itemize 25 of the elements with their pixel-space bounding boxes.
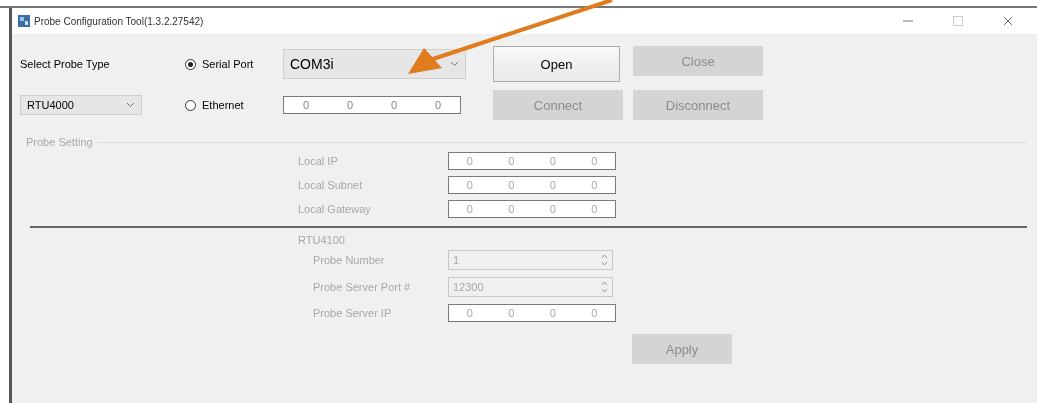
field-label: Select Probe Type — [20, 58, 111, 70]
probe-type-dropdown[interactable]: RTU4000 — [20, 95, 142, 115]
app-icon — [18, 15, 30, 27]
radio-button[interactable] — [185, 99, 196, 111]
maximize-icon[interactable] — [953, 16, 963, 26]
spin-arrows-icon[interactable] — [601, 281, 608, 293]
field-label: Probe Server IP — [313, 307, 393, 319]
button[interactable]: Open — [493, 46, 620, 82]
port-dropdown[interactable]: COM3i — [283, 49, 466, 79]
field-label: Probe Server Port # — [313, 281, 412, 293]
field-label: Local Gateway — [298, 203, 372, 215]
radio-button[interactable] — [185, 58, 196, 70]
caret-icon — [126, 102, 135, 108]
field-label: Local IP — [298, 155, 339, 167]
caret-icon — [450, 61, 459, 67]
close-icon[interactable] — [1003, 16, 1013, 26]
radio-label: Serial Port — [202, 58, 254, 70]
spin-arrows-icon[interactable] — [601, 254, 608, 266]
radio-label: Ethernet — [202, 99, 244, 111]
group-title: Probe Setting — [26, 136, 93, 148]
section-title: RTU4100 — [298, 234, 345, 246]
window-title: Probe Configuration Tool(1.3.2.27542) — [34, 15, 205, 27]
field-label: Local Subnet — [298, 179, 364, 191]
field-label: Probe Number — [313, 254, 386, 266]
ip-address-field[interactable]: 0 0 0 0 — [283, 96, 461, 114]
